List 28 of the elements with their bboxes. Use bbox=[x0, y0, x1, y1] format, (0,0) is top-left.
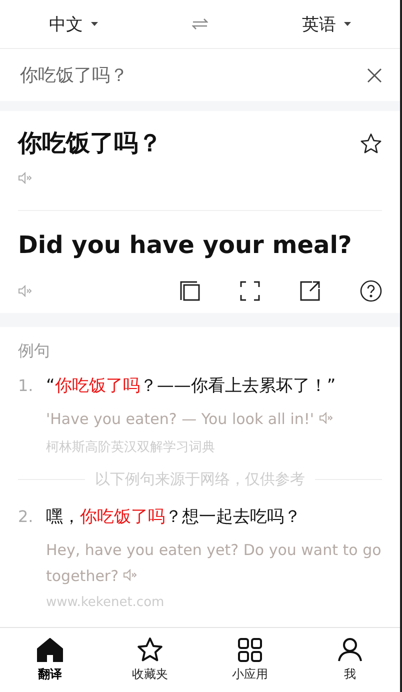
share-icon[interactable] bbox=[300, 281, 320, 301]
grid-icon bbox=[238, 638, 262, 662]
nav-tab[interactable]: 收藏夹 bbox=[115, 637, 185, 683]
star-icon[interactable] bbox=[360, 132, 382, 154]
example-number: 1. bbox=[18, 375, 34, 397]
nav-tab[interactable]: 我 bbox=[315, 637, 385, 683]
star-icon bbox=[137, 637, 163, 662]
example-translation: Hey, have you eaten yet? Do you want to go together? bbox=[46, 540, 382, 587]
nav-tab[interactable]: 翻译 bbox=[15, 638, 85, 682]
example-number: 2. bbox=[18, 506, 34, 528]
person-icon bbox=[338, 637, 362, 662]
fullscreen-icon[interactable] bbox=[240, 281, 260, 301]
copy-icon[interactable] bbox=[180, 281, 200, 301]
caret-icon bbox=[344, 22, 351, 26]
home-icon bbox=[37, 638, 63, 662]
example-translation: 'Have you eaten? — You look all in!' bbox=[46, 406, 382, 432]
source-text: 你吃饭了吗？ bbox=[18, 128, 162, 159]
examples-title: 例句 bbox=[18, 341, 51, 362]
caret-icon bbox=[91, 22, 98, 26]
example-sentence: 嘿，你吃饭了吗？想一起去吃吗？ bbox=[46, 506, 302, 529]
close-icon[interactable] bbox=[367, 68, 382, 82]
nav-tab[interactable]: 小应用 bbox=[215, 638, 285, 682]
help-icon[interactable] bbox=[360, 280, 382, 302]
translation-text: Did you have your meal? bbox=[18, 231, 353, 259]
source-language-dropdown[interactable]: 中文 bbox=[45, 8, 102, 40]
example-sentence: “你吃饭了吗？——你看上去累坏了！” bbox=[46, 375, 337, 398]
target-language-dropdown[interactable]: 英语 bbox=[298, 8, 355, 40]
swap-icon[interactable] bbox=[192, 18, 208, 30]
